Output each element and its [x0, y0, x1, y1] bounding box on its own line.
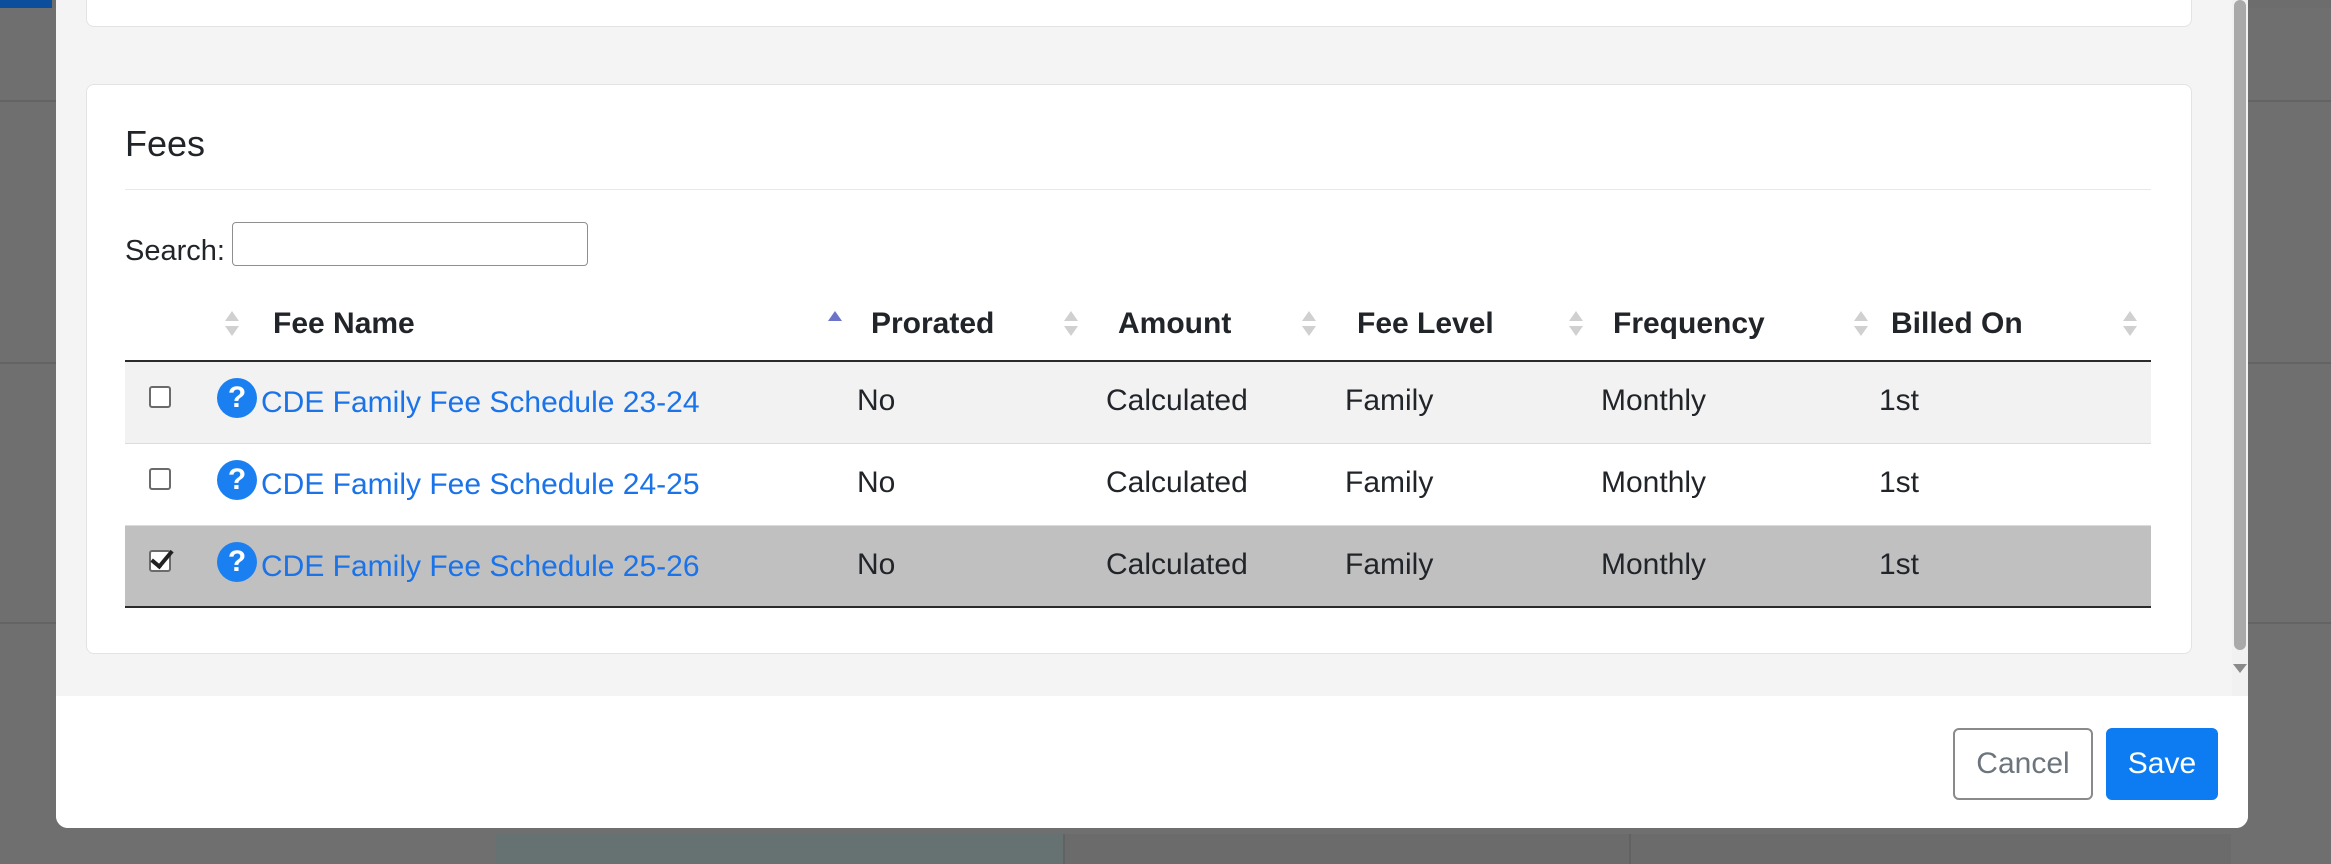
fee-name-link[interactable]: CDE Family Fee Schedule 25-26	[261, 550, 700, 584]
frequency-cell: Monthly	[1598, 361, 1877, 444]
amount-cell: Calculated	[1104, 443, 1342, 526]
cancel-button[interactable]: Cancel	[1953, 728, 2093, 800]
fee-name-cell: CDE Family Fee Schedule 23-24	[261, 361, 857, 444]
billed-on-cell: 1st	[1877, 525, 2151, 608]
background-top-bar-accent	[0, 0, 52, 8]
background-block	[1629, 834, 2231, 864]
column-header-fee-name[interactable]: Fee Name	[261, 291, 857, 362]
column-header-amount[interactable]: Amount	[1104, 291, 1342, 362]
sort-icon	[2123, 311, 2137, 339]
sort-icon	[1064, 311, 1078, 339]
sort-icon	[1854, 311, 1868, 339]
row-controls: ?	[125, 525, 261, 608]
fees-modal: Fees Search: Fee Name Prorated Amount Fe…	[56, 0, 2248, 828]
row-checkbox[interactable]	[149, 386, 171, 408]
table-header-row: Fee Name Prorated Amount Fee Level Frequ…	[125, 291, 2151, 362]
card-title: Fees	[125, 123, 206, 164]
modal-body: Fees Search: Fee Name Prorated Amount Fe…	[56, 0, 2232, 697]
row-controls: ?	[125, 361, 261, 444]
scroll-down-arrow-icon[interactable]	[2233, 664, 2247, 673]
prorated-cell: No	[857, 443, 1104, 526]
amount-cell: Calculated	[1104, 525, 1342, 608]
search-label: Search:	[125, 235, 225, 267]
question-circle-icon[interactable]: ?	[217, 541, 257, 582]
table-row[interactable]: ? CDE Family Fee Schedule 23-24 No Calcu…	[125, 361, 2151, 444]
row-checkbox-checked[interactable]	[149, 549, 171, 572]
search-input[interactable]	[232, 222, 588, 266]
billed-on-cell: 1st	[1877, 443, 2151, 526]
fee-name-link[interactable]: CDE Family Fee Schedule 24-25	[261, 468, 700, 502]
column-header-frequency[interactable]: Frequency	[1598, 291, 1877, 362]
column-header-fee-level[interactable]: Fee Level	[1342, 291, 1598, 362]
column-header-select	[125, 291, 197, 362]
question-circle-icon[interactable]: ?	[217, 459, 257, 500]
row-checkbox[interactable]	[149, 467, 171, 490]
previous-card	[86, 0, 2192, 27]
fees-card: Fees Search: Fee Name Prorated Amount Fe…	[86, 84, 2192, 654]
question-circle-icon[interactable]: ?	[217, 378, 257, 418]
billed-on-cell: 1st	[1877, 361, 2151, 444]
modal-scrollbar[interactable]	[2232, 0, 2248, 696]
card-divider	[125, 189, 2151, 190]
fee-name-link[interactable]: CDE Family Fee Schedule 23-24	[261, 386, 700, 420]
background-block	[1063, 834, 1631, 864]
scrollbar-thumb[interactable]	[2234, 0, 2246, 650]
save-button[interactable]: Save	[2106, 728, 2218, 800]
fees-table: Fee Name Prorated Amount Fee Level Frequ…	[125, 291, 2151, 608]
fee-level-cell: Family	[1342, 525, 1598, 608]
frequency-cell: Monthly	[1598, 443, 1877, 526]
prorated-cell: No	[857, 525, 1104, 608]
row-controls: ?	[125, 443, 261, 526]
frequency-cell: Monthly	[1598, 525, 1877, 608]
table-row-selected[interactable]: ? CDE Family Fee Schedule 25-26 No Calcu…	[125, 525, 2151, 608]
fee-level-cell: Family	[1342, 361, 1598, 444]
background-block	[496, 834, 1063, 864]
fee-name-cell: CDE Family Fee Schedule 25-26	[261, 525, 857, 608]
sort-ascending-icon	[828, 311, 842, 339]
amount-cell: Calculated	[1104, 361, 1342, 444]
prorated-cell: No	[857, 361, 1104, 444]
table-row[interactable]: ? CDE Family Fee Schedule 24-25 No Calcu…	[125, 443, 2151, 526]
fee-name-cell: CDE Family Fee Schedule 24-25	[261, 443, 857, 526]
column-header-billed-on[interactable]: Billed On	[1877, 291, 2151, 362]
fee-level-cell: Family	[1342, 443, 1598, 526]
sort-icon	[225, 311, 239, 339]
sort-icon	[1569, 311, 1583, 339]
column-header-prorated[interactable]: Prorated	[857, 291, 1104, 362]
sort-icon	[1302, 311, 1316, 339]
column-header-icon[interactable]	[197, 291, 261, 362]
modal-footer: Cancel Save	[56, 696, 2248, 828]
